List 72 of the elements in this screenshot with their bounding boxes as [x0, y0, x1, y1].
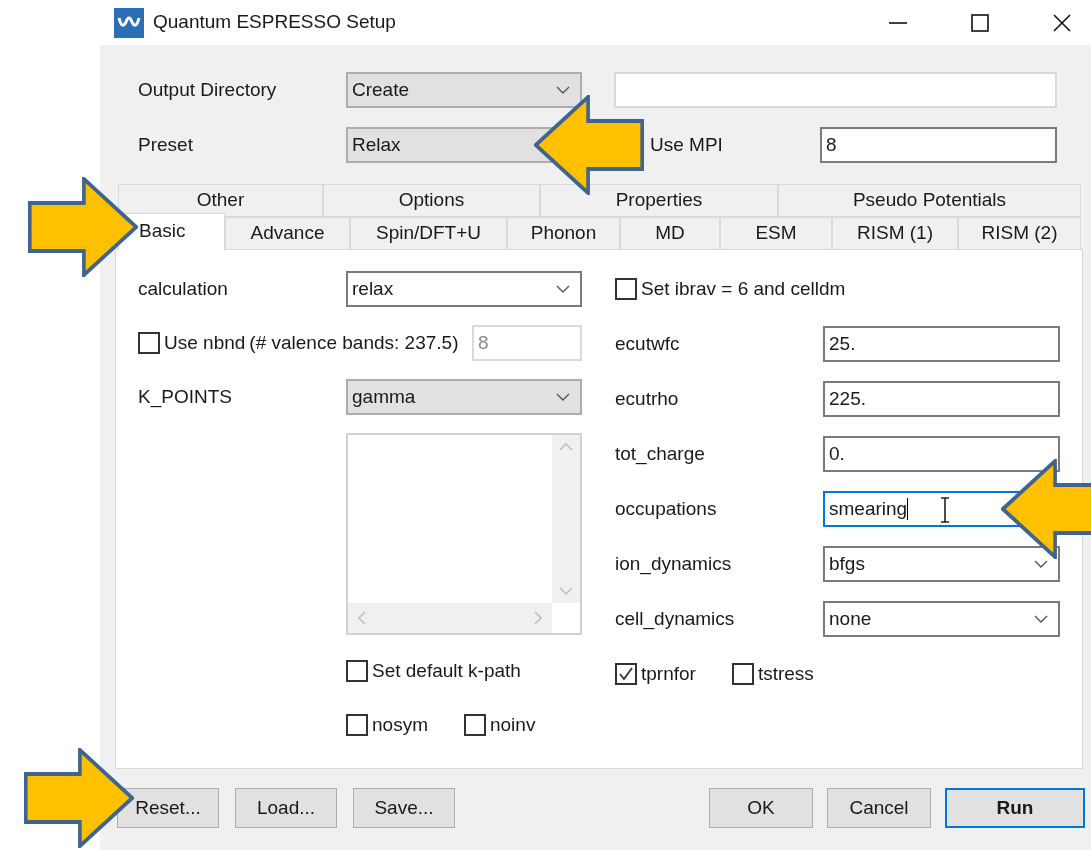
tab[interactable]: Pseudo Potentials [778, 184, 1081, 217]
checkbox-label: Set ibrav = 6 and celldm [641, 276, 846, 301]
input-field[interactable]: 225. [823, 381, 1060, 417]
checkbox-label: Set default k-path [372, 658, 521, 683]
chevron-down-icon [556, 393, 570, 401]
tab[interactable]: Other [118, 184, 323, 217]
vertical-scrollbar[interactable] [552, 435, 580, 603]
checkbox[interactable] [346, 660, 368, 682]
checkbox-label: tstress [757, 661, 814, 686]
tab[interactable]: Basic [118, 213, 225, 250]
chevron-right-icon [534, 611, 542, 625]
tab[interactable]: Options [323, 184, 540, 217]
chevron-up-icon [559, 443, 573, 451]
tab[interactable]: MD [620, 217, 720, 250]
checkbox[interactable] [731, 663, 754, 685]
chevron-down-icon [556, 86, 570, 94]
minimize-icon [889, 21, 907, 24]
field-label: ion_dynamics [615, 551, 733, 577]
dialog-button[interactable]: Save... [353, 788, 455, 828]
dropdown[interactable]: Create [346, 72, 582, 108]
field-label: ecutwfc [615, 331, 681, 356]
checkbox-label: Use nbnd [164, 330, 246, 355]
dialog-button[interactable]: OK [709, 788, 813, 828]
chevron-down-icon [1034, 615, 1048, 623]
app-logo-icon [114, 7, 144, 38]
text-caret [907, 498, 909, 520]
dropdown[interactable]: relax [346, 271, 582, 307]
text-cursor-icon [940, 497, 950, 523]
input-field[interactable]: 8 [820, 127, 1057, 163]
checkbox-label: noinv [489, 712, 536, 737]
field-label: cell_dynamics [615, 606, 736, 632]
tab[interactable]: RISM (2) [958, 217, 1081, 250]
field-label: ecutrho [615, 386, 680, 411]
horizontal-scrollbar[interactable] [348, 603, 552, 633]
dialog-button[interactable]: Cancel [827, 788, 931, 828]
maximize-icon [971, 13, 989, 32]
chevron-down-icon [1034, 560, 1048, 568]
input-field[interactable]: 0. [823, 436, 1060, 472]
chevron-left-icon [358, 611, 366, 625]
chevron-down-icon [556, 285, 570, 293]
checkbox[interactable] [615, 278, 637, 300]
tab[interactable]: Advance [225, 217, 350, 250]
tab[interactable]: Phonon [507, 217, 620, 250]
dialog-button[interactable]: Run [945, 788, 1085, 828]
field-label: Output Directory [138, 77, 278, 102]
field-label: Preset [138, 132, 194, 157]
field-label: Use MPI [650, 132, 724, 157]
checkbox[interactable] [615, 663, 637, 685]
window-title: Quantum ESPRESSO Setup [153, 10, 396, 35]
tab[interactable]: Properties [540, 184, 778, 217]
field-label: occupations [615, 496, 718, 521]
checkbox[interactable] [346, 714, 368, 736]
tab[interactable]: ESM [720, 217, 832, 250]
dialog-button[interactable]: Reset... [117, 788, 219, 828]
close-icon [1053, 13, 1071, 32]
dialog-button[interactable]: Load... [235, 788, 337, 828]
checkbox-label: tprnfor [641, 661, 696, 686]
dropdown[interactable]: gamma [346, 379, 582, 415]
input-field[interactable]: 25. [823, 326, 1060, 362]
checkmark-icon [618, 666, 634, 682]
input-field[interactable] [614, 72, 1057, 108]
tab[interactable]: RISM (1) [832, 217, 958, 250]
dropdown[interactable]: bfgs [823, 546, 1060, 582]
chevron-down-icon [559, 587, 573, 595]
dropdown[interactable]: none [823, 601, 1060, 637]
checkbox-label: nosym [372, 712, 428, 737]
field-label: calculation [138, 276, 229, 301]
hint-text: (# valence bands: 237.5) [249, 330, 459, 355]
tab[interactable]: Spin/DFT+U [350, 217, 507, 250]
field-label: tot_charge [615, 441, 706, 467]
field-label: K_POINTS [138, 384, 233, 410]
checkbox[interactable] [463, 714, 486, 736]
